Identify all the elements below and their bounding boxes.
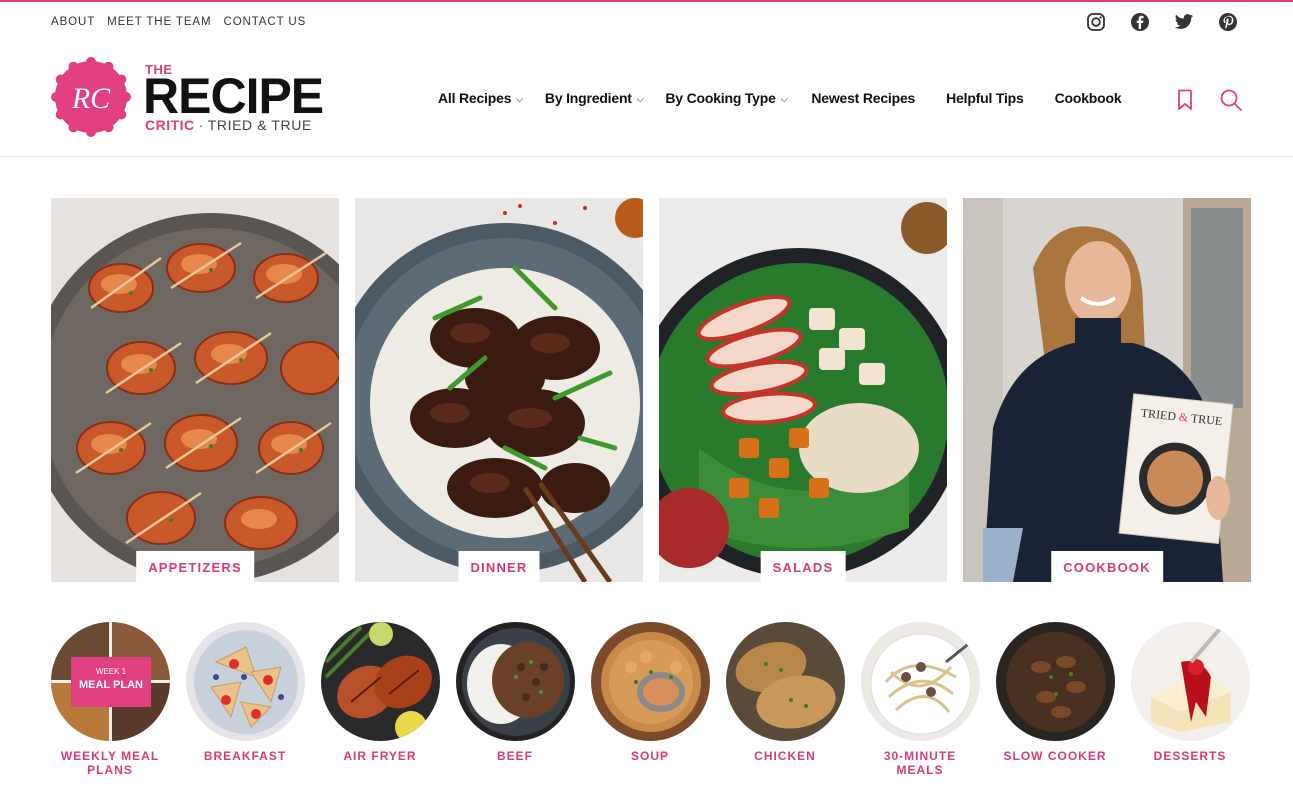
category-breakfast[interactable]: BREAKFAST: [185, 622, 305, 763]
nav-cookbook[interactable]: Cookbook: [1055, 90, 1122, 106]
category-air-fryer[interactable]: AIR FRYER: [320, 622, 440, 763]
logo-separator: ·: [198, 117, 204, 133]
logo-recipe: RECIPE: [143, 68, 324, 124]
30-minute-meals-photo: [860, 622, 980, 741]
chevron-down-icon: ⌵: [516, 93, 523, 104]
breakfast-photo: [185, 622, 305, 741]
soup-photo: [590, 622, 710, 741]
tile-label-cookbook: COOKBOOK: [1051, 551, 1163, 582]
search-icon[interactable]: [1219, 88, 1243, 112]
twitter-icon[interactable]: [1173, 11, 1195, 33]
tile-salads[interactable]: SALADS: [659, 198, 947, 582]
nav-by-cooking-type[interactable]: By Cooking Type ⌵: [665, 90, 787, 106]
category-label: WEEKLY MEAL PLANS: [60, 749, 160, 777]
nav-all-recipes[interactable]: All Recipes ⌵: [438, 90, 523, 106]
logo-badge: RC: [51, 57, 131, 137]
air-fryer-photo: [320, 622, 440, 741]
logo-critic: CRITIC: [145, 117, 195, 133]
instagram-icon[interactable]: [1085, 11, 1107, 33]
nav-newest-recipes[interactable]: Newest Recipes: [811, 90, 915, 106]
category-label: SOUP: [630, 749, 669, 763]
category-weekly-meal-plans[interactable]: WEEK 1 MEAL PLAN WEEKLY MEAL PLANS: [50, 622, 170, 777]
top-accent-line: [0, 0, 1293, 2]
category-label: SLOW COOKER: [1003, 749, 1107, 763]
chicken-photo: [725, 622, 845, 741]
category-label: BEEF: [496, 749, 533, 763]
nav-by-ingredient-label: By Ingredient: [544, 90, 632, 106]
nav-by-ingredient[interactable]: By Ingredient ⌵: [544, 90, 644, 106]
meal-plan-badge-week: WEEK 1: [95, 667, 126, 676]
tile-label-appetizers: APPETIZERS: [136, 551, 254, 582]
salads-photo: [659, 198, 947, 582]
category-beef[interactable]: BEEF: [455, 622, 575, 763]
logo-monogram: RC: [71, 82, 111, 115]
nav-by-cooking-type-label: By Cooking Type: [665, 90, 776, 106]
main-nav: All Recipes ⌵ By Ingredient ⌵ By Cooking T…: [438, 90, 1122, 106]
tile-appetizers[interactable]: APPETIZERS: [51, 198, 339, 582]
nav-all-recipes-label: All Recipes: [438, 90, 512, 106]
tile-label-dinner: DINNER: [458, 551, 540, 582]
contact-us-link[interactable]: CONTACT US: [223, 16, 306, 28]
meet-the-team-link[interactable]: MEET THE TEAM: [107, 16, 211, 28]
chevron-down-icon: ⌵: [780, 93, 788, 104]
cookbook-photo: TRIED & TRUE: [963, 198, 1251, 582]
header-icons: [1173, 88, 1243, 112]
slow-cooker-photo: [995, 622, 1115, 741]
category-30-minute-meals[interactable]: 30-MINUTE MEALS: [860, 622, 980, 777]
logo-wordmark: THE RECIPE CRITIC · TRIED & TRUE: [143, 57, 343, 137]
nav-helpful-tips[interactable]: Helpful Tips: [946, 90, 1024, 106]
beef-photo: [455, 622, 575, 741]
category-label: AIR FRYER: [343, 749, 417, 763]
tile-cookbook[interactable]: TRIED & TRUE COOKBOOK: [963, 198, 1251, 582]
header-divider: [0, 156, 1293, 157]
desserts-photo: [1130, 622, 1250, 741]
facebook-icon[interactable]: [1129, 11, 1151, 33]
category-label: DESSERTS: [1153, 749, 1227, 763]
tile-dinner[interactable]: DINNER: [355, 198, 643, 582]
appetizers-photo: [51, 198, 339, 582]
meal-plan-badge-title: MEAL PLAN: [79, 679, 143, 691]
social-links: [1085, 11, 1239, 33]
chevron-down-icon: ⌵: [636, 93, 644, 104]
logo-tagline: TRIED & TRUE: [207, 117, 312, 133]
weekly-meal-plans-photo: WEEK 1 MEAL PLAN: [50, 622, 170, 741]
category-label: CHICKEN: [754, 749, 816, 763]
category-label: 30-MINUTE MEALS: [883, 749, 957, 777]
utility-nav: ABOUT MEET THE TEAM CONTACT US: [51, 16, 306, 28]
bookmark-icon[interactable]: [1173, 88, 1197, 112]
logo-subline: CRITIC · TRIED & TRUE: [145, 117, 312, 133]
category-label: BREAKFAST: [203, 749, 287, 763]
category-chicken[interactable]: CHICKEN: [725, 622, 845, 763]
category-slow-cooker[interactable]: SLOW COOKER: [995, 622, 1115, 763]
about-link[interactable]: ABOUT: [51, 16, 95, 28]
category-soup[interactable]: SOUP: [590, 622, 710, 763]
tile-label-salads: SALADS: [760, 551, 846, 582]
pinterest-icon[interactable]: [1217, 11, 1239, 33]
category-desserts[interactable]: DESSERTS: [1130, 622, 1250, 763]
dinner-photo: [355, 198, 643, 582]
site-logo[interactable]: RC THE RECIPE CRITIC · TRIED & TRUE: [51, 57, 343, 137]
